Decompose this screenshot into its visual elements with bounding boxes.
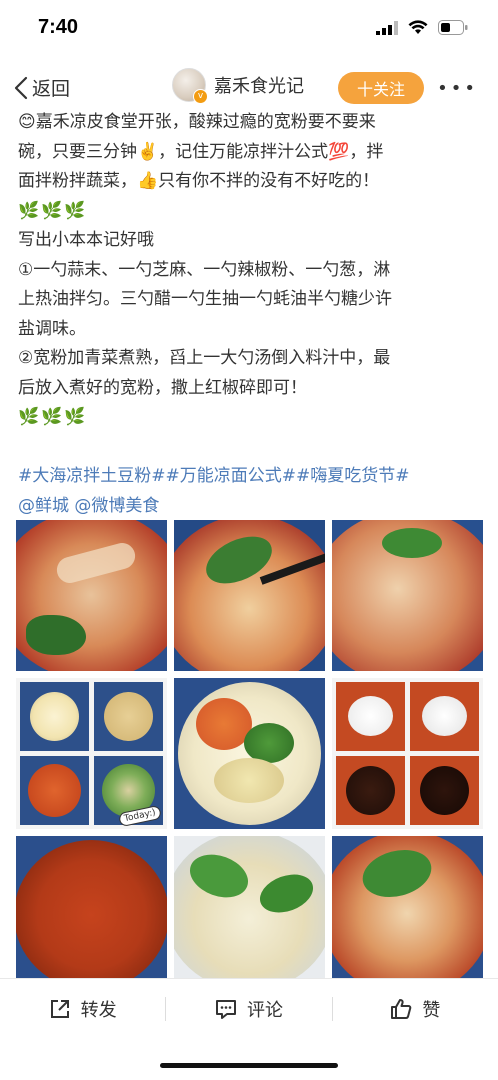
thumbs-up-icon (391, 999, 412, 1019)
repost-button[interactable]: 转发 (0, 996, 165, 1022)
post-text-line: 上热油拌匀。三勺醋一勺生抽一勺蚝油半勺糖少许 (18, 289, 392, 309)
post-text-line: ①一勺蒜末、一勺芝麻、一勺辣椒粉、一勺葱，淋 (18, 259, 391, 280)
post-text-line: 写出小本本记好哦 (18, 230, 154, 250)
post-content: 😊嘉禾凉皮食堂开张，酸辣过瘾的宽粉要不要来 碗，只要三分钟✌️，记住万能凉拌汁公… (18, 108, 480, 518)
like-button[interactable]: 赞 (333, 996, 498, 1022)
comment-label: 评论 (246, 1000, 283, 1021)
photo-4[interactable]: Today:) (16, 678, 167, 829)
home-indicator (160, 1063, 338, 1068)
plant-emoji-row: 🌿🌿🌿 (18, 407, 88, 427)
post-text-line: ②宽粉加青菜煮熟，舀上一大勺汤倒入料汁中，最 (18, 348, 391, 368)
battery-icon (438, 20, 468, 35)
photo-1[interactable] (16, 520, 167, 671)
post-text-line: 后放入煮好的宽粉，撒上红椒碎即可！ (18, 377, 307, 398)
post-text-line: 面拌粉拌蔬菜，👍只有你不拌的没有不好吃的！ (18, 171, 380, 191)
photo-7[interactable] (16, 836, 167, 978)
back-button[interactable]: 返回 (14, 74, 70, 101)
photo-5[interactable] (174, 678, 325, 829)
author-info[interactable]: v 嘉禾食光记 (172, 68, 304, 104)
wifi-icon (408, 20, 428, 34)
topic-tags-link[interactable]: #大海凉拌土豆粉##万能凉面公式##嗨夏吃货节# (18, 462, 480, 492)
signal-icon (376, 20, 398, 35)
photo-9[interactable] (332, 836, 483, 978)
post-text-line: 😊嘉禾凉皮食堂开张，酸辣过瘾的宽粉要不要来 (18, 112, 376, 132)
comment-icon (215, 1000, 236, 1019)
chevron-left-icon (14, 76, 28, 99)
back-label: 返回 (32, 78, 71, 100)
action-bar: 转发 评论 赞 (0, 978, 498, 1039)
post-text-line: 盐调味。 (18, 318, 86, 339)
more-options-icon[interactable]: ••• (437, 78, 478, 99)
mentions-link[interactable]: @鲜城 @微博美食 (18, 492, 480, 519)
status-icons (376, 20, 468, 35)
like-label: 赞 (422, 1000, 441, 1021)
photo-8[interactable] (174, 836, 325, 978)
comment-button[interactable]: 评论 (166, 996, 331, 1022)
photo-6[interactable] (332, 678, 483, 829)
share-icon (50, 1000, 69, 1018)
photo-grid: Today:) (16, 520, 483, 978)
verified-badge-icon: v (193, 89, 208, 104)
repost-label: 转发 (80, 1000, 117, 1021)
photo-2[interactable] (174, 520, 325, 671)
follow-button[interactable]: 十关注 (338, 72, 424, 104)
plant-emoji-row: 🌿🌿🌿 (18, 200, 88, 221)
author-name[interactable]: 嘉禾食光记 (214, 72, 304, 98)
post-text-line: 碗，只要三分钟✌️，记住万能凉拌汁公式💯，拌 (18, 141, 384, 162)
avatar[interactable]: v (172, 68, 208, 104)
status-time: 7:40 (38, 16, 79, 38)
status-bar: 7:40 (0, 0, 498, 60)
photo-3[interactable] (332, 520, 483, 671)
